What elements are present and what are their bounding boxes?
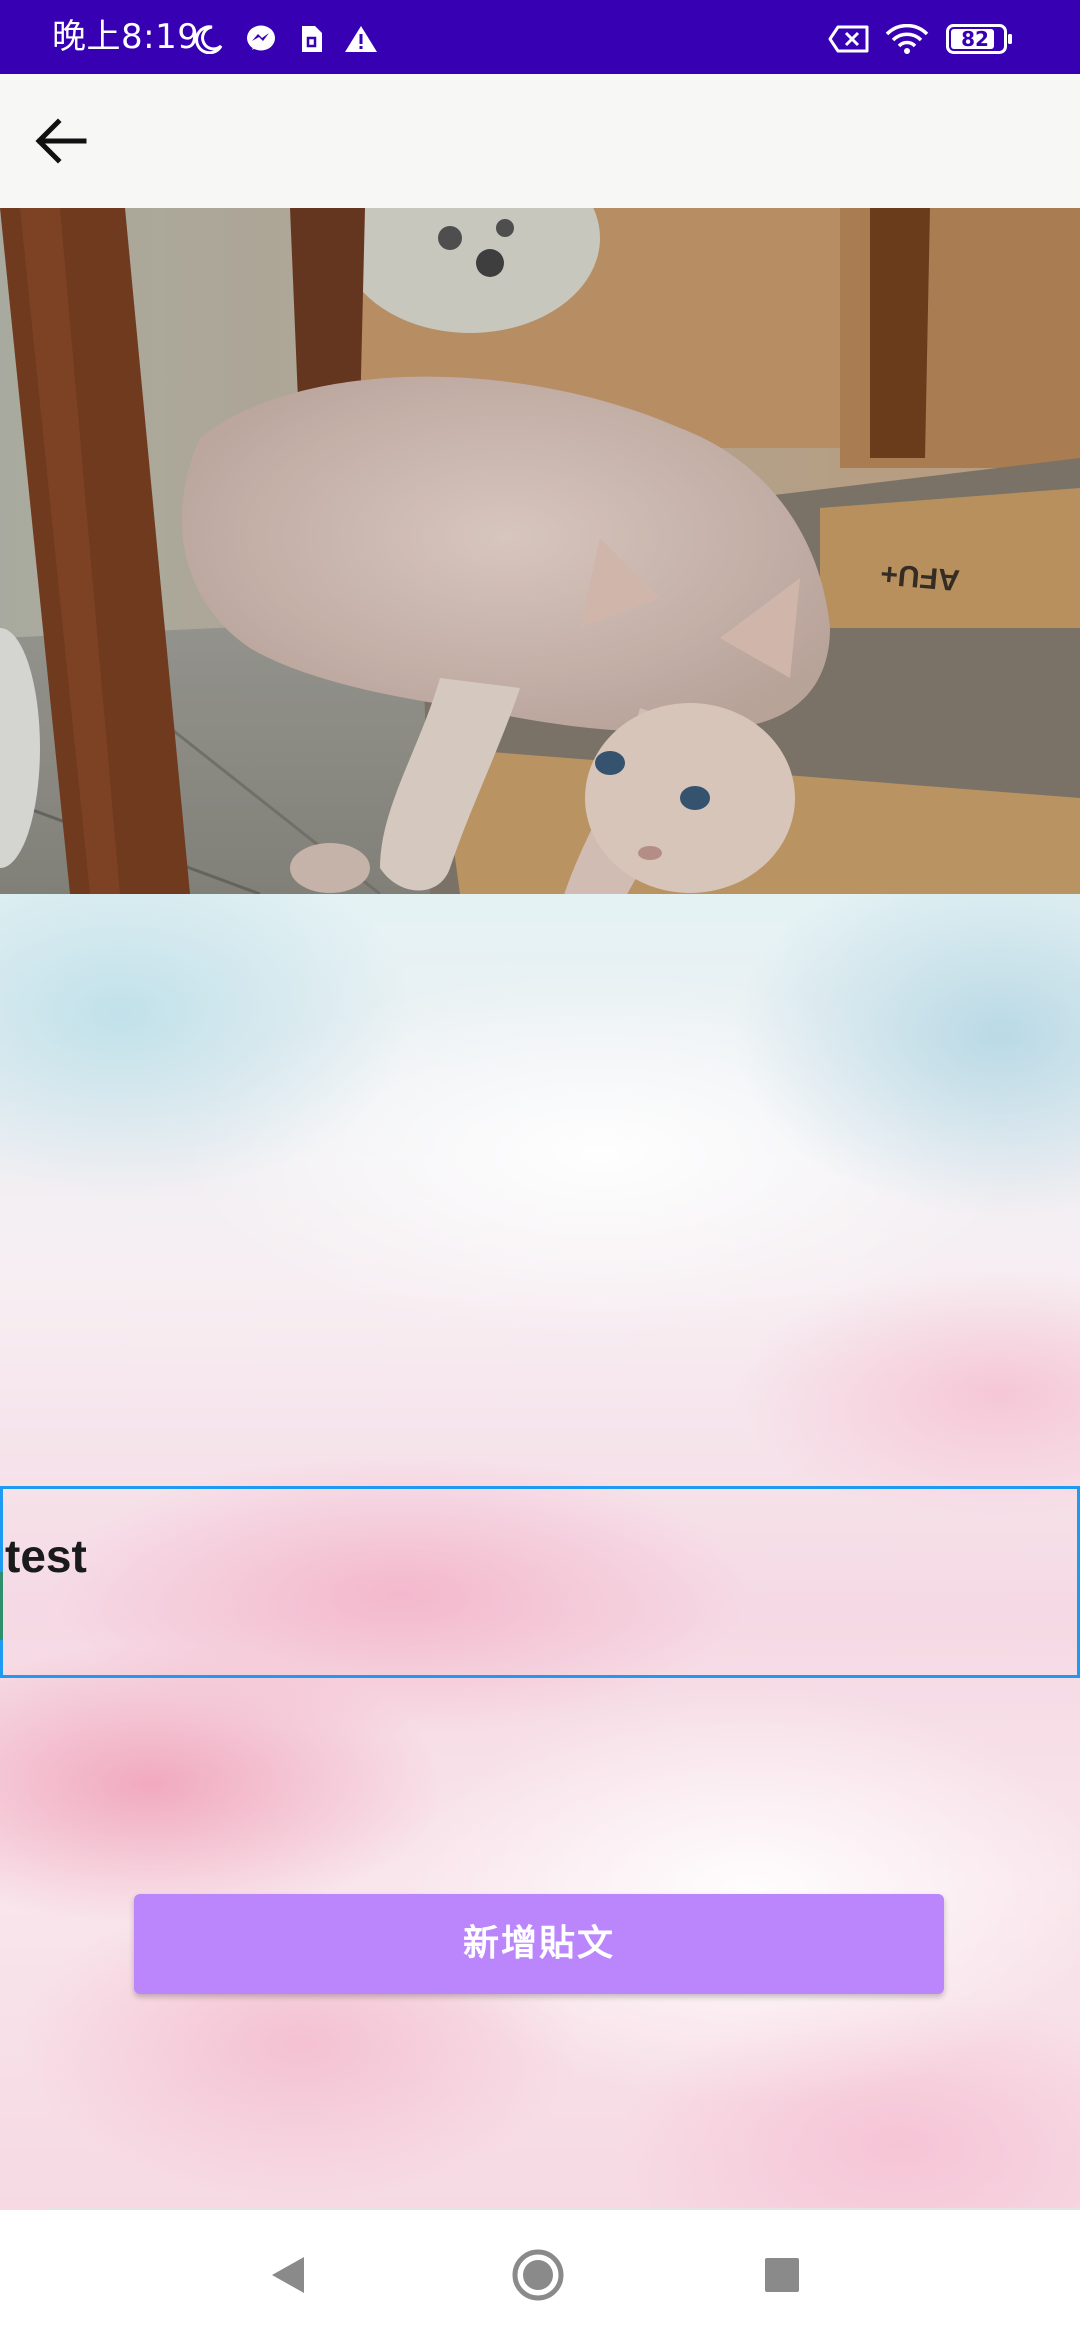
nav-recents-icon: [765, 2258, 799, 2292]
warning-icon: [345, 26, 377, 52]
add-post-screen: 晚上8:19 82 AFU+ test 新增貼文: [0, 0, 1080, 2340]
battery-level: 82: [961, 27, 989, 51]
text-cursor-handle[interactable]: [0, 1572, 3, 1640]
system-nav-bar: [0, 2210, 1080, 2340]
app-bar: [0, 74, 1080, 208]
sim-card-icon: [302, 26, 322, 52]
add-post-button[interactable]: 新增貼文: [134, 1894, 944, 1994]
nav-home-button[interactable]: [508, 2245, 568, 2305]
wifi-icon: [885, 24, 929, 54]
cat-photo-image: AFU+ AFU+: [0, 208, 1080, 894]
arrow-back-icon: [35, 118, 87, 164]
nav-recents-button[interactable]: [752, 2245, 812, 2305]
no-sim-icon: [828, 25, 869, 53]
back-button[interactable]: [24, 104, 98, 178]
nav-home-icon: [512, 2249, 564, 2301]
post-photo: AFU+ AFU+: [0, 208, 1080, 894]
nav-back-icon: [272, 2257, 304, 2293]
nav-back-button[interactable]: [258, 2245, 318, 2305]
moon-icon: [195, 25, 223, 54]
status-time: 晚上8:19: [52, 17, 200, 57]
messenger-icon: [247, 25, 275, 51]
post-text-input[interactable]: test: [0, 1486, 1080, 1678]
battery-icon: 82: [946, 24, 1014, 54]
status-bar: 晚上8:19 82: [0, 0, 1080, 74]
post-input-value[interactable]: test: [5, 1533, 87, 1579]
